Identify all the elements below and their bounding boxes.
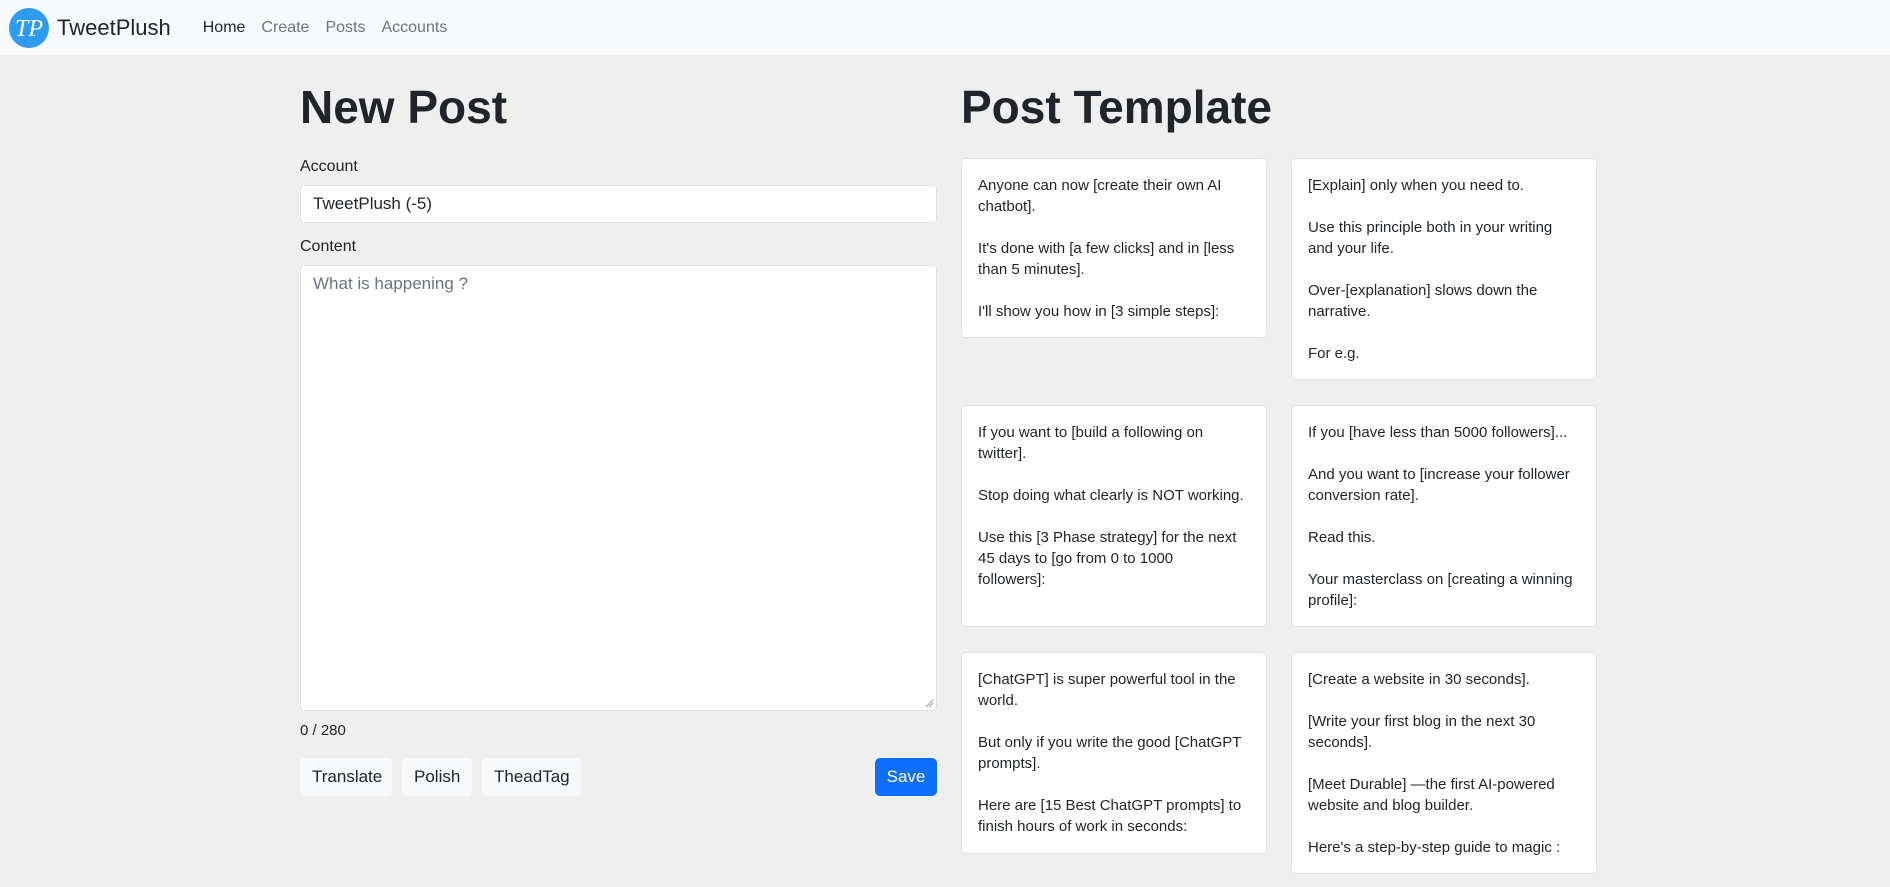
template-paragraph: Stop doing what clearly is NOT working. (978, 487, 1244, 504)
template-card[interactable]: [ChatGPT] is super powerful tool in the … (961, 652, 1267, 854)
brand-name: TweetPlush (57, 14, 171, 40)
logo-text: TP (15, 16, 43, 42)
template-paragraph: If you want to [build a following on twi… (978, 424, 1204, 462)
template-paragraph: [Create a website in 30 seconds]. (1308, 671, 1530, 688)
template-paragraph: Use this [3 Phase strategy] for the next… (978, 529, 1237, 588)
nav-create[interactable]: Create (261, 19, 309, 37)
template-paragraph: Your masterclass on [creating a winning … (1308, 571, 1573, 609)
post-template-title: Post Template (961, 81, 1272, 133)
template-paragraph: And you want to [increase your follower … (1308, 466, 1570, 504)
post-template-section: Post Template Anyone can now [create the… (961, 55, 1641, 874)
account-select[interactable]: TweetPlush (-5) (300, 185, 937, 223)
content-label: Content (300, 238, 357, 255)
tp-logo-glyph: TP (15, 16, 43, 42)
new-post-title: New Post (300, 81, 508, 133)
character-counter: 0 / 280 (300, 722, 346, 739)
nav-posts[interactable]: Posts (325, 19, 365, 37)
template-paragraph: Over-[explanation] slows down the narrat… (1308, 282, 1538, 320)
template-paragraph: If you [have less than 5000 followers]..… (1308, 424, 1568, 441)
template-paragraph: Read this. (1308, 529, 1376, 546)
template-paragraph: [Explain] only when you need to. (1308, 177, 1524, 194)
brand-logo-icon: TP (9, 7, 49, 48)
save-button[interactable]: Save (875, 758, 937, 796)
template-card[interactable]: [Explain] only when you need to. Use this… (1291, 158, 1597, 380)
nav-home[interactable]: Home (203, 19, 246, 37)
top-navbar: TP TweetPlush Home Create Posts Accounts (0, 0, 1890, 55)
translate-button[interactable]: Translate (300, 758, 392, 796)
account-label: Account (300, 158, 358, 175)
template-paragraph: Here are [15 Best ChatGPT prompts] to fi… (978, 797, 1242, 835)
polish-button[interactable]: Polish (402, 758, 472, 796)
template-paragraph: Here's a step-by-step guide to magic : (1308, 839, 1561, 856)
action-buttons: Translate Polish TheadTag Save (300, 758, 937, 796)
template-card[interactable]: Anyone can now [create their own AI chat… (961, 158, 1267, 338)
template-paragraph: Use this principle both in your writing … (1308, 219, 1553, 257)
template-card[interactable]: If you want to [build a following on twi… (961, 405, 1267, 627)
nav-links: Home Create Posts Accounts (203, 19, 464, 37)
resize-grip-icon[interactable] (924, 698, 934, 708)
content-textarea[interactable]: What is happening ? (300, 265, 937, 711)
threadtag-button[interactable]: TheadTag (482, 758, 581, 796)
nav-accounts[interactable]: Accounts (381, 19, 447, 37)
template-paragraph: I'll show you how in [3 simple steps]: (978, 303, 1220, 320)
template-paragraph: For e.g. (1308, 345, 1360, 362)
template-paragraph: Anyone can now [create their own AI chat… (978, 177, 1222, 215)
template-paragraph: [ChatGPT] is super powerful tool in the … (978, 671, 1236, 709)
template-card[interactable]: If you [have less than 5000 followers]..… (1291, 405, 1597, 627)
template-paragraph: It's done with [a few clicks] and in [le… (978, 240, 1235, 278)
template-paragraph: [Meet Durable] —the first AI-powered web… (1308, 776, 1555, 814)
template-paragraph: But only if you write the good [ChatGPT … (978, 734, 1242, 772)
brand[interactable]: TP TweetPlush (9, 7, 171, 48)
content-placeholder: What is happening ? (313, 274, 468, 293)
template-card[interactable]: [Create a website in 30 seconds]. [Write … (1291, 652, 1597, 874)
account-select-value: TweetPlush (-5) (313, 194, 433, 213)
template-paragraph: [Write your first blog in the next 30 se… (1308, 713, 1536, 751)
new-post-form: New Post Account TweetPlush (-5) Content… (300, 55, 937, 796)
